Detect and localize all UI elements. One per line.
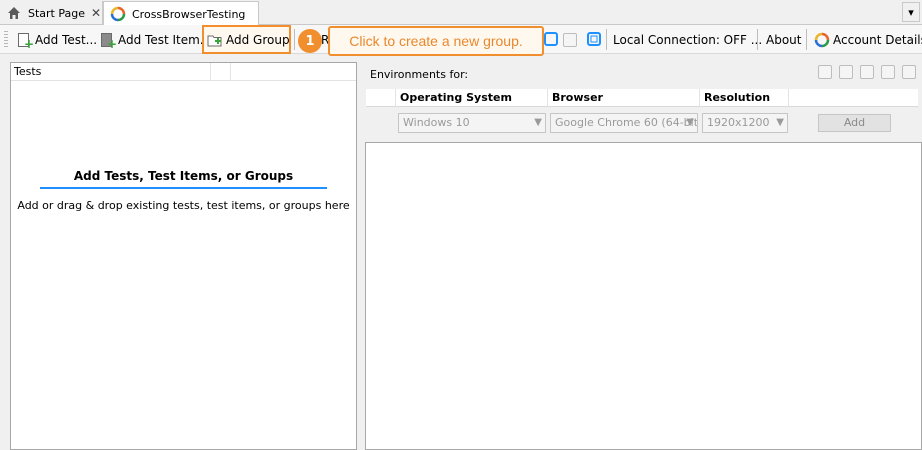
disabled-tool-icon[interactable] [839,65,853,79]
os-select[interactable]: Windows 10 ▼ [398,113,546,133]
disabled-tool-icon[interactable] [818,65,832,79]
add-test-button[interactable]: + Add Test... [13,28,100,51]
add-test-item-icon: + [99,32,117,50]
add-group-label: Add Group [226,32,290,47]
about-button[interactable]: About [763,28,804,51]
tab-start-page[interactable]: Start Page ✕ [0,1,103,25]
tab-label: CrossBrowserTesting [132,7,246,21]
disabled-tool-icon [563,32,577,47]
environments-grid-header: Operating System Browser Resolution [366,89,918,107]
toolbar-separator [806,29,807,50]
add-test-item-button[interactable]: + Add Test Item... [96,28,214,51]
close-icon[interactable]: ✕ [91,6,101,20]
chevron-down-icon: ▼ [534,117,542,128]
callout-number-badge: 1 [298,29,322,53]
add-test-icon: + [16,32,34,50]
environments-panel: Environments for: Operating System Brows… [362,62,922,450]
empty-state-subtitle: Add or drag & drop existing tests, test … [17,199,350,212]
column-header-browser: Browser [548,89,700,107]
crossbrowsertesting-logo-icon [110,6,126,22]
tab-list-dropdown[interactable]: ▾ [902,2,920,22]
window-icon [587,31,603,48]
add-group-button[interactable]: Add Group [202,25,291,54]
tests-header-column [211,62,231,81]
disabled-tool-icon[interactable] [902,65,916,79]
callout-tooltip: Click to create a new group. [328,26,544,56]
home-icon [6,5,22,21]
disabled-tool-icon[interactable] [860,65,874,79]
resolution-select-value: 1920x1200 [707,116,770,129]
toolbar-icon-button-3[interactable] [584,28,606,51]
account-details-label: Account Details [833,32,922,47]
browser-select-value: Google Chrome 60 (64-bit) [555,116,698,129]
row-indicator-header [366,89,396,107]
add-environment-button[interactable]: Add [818,114,891,132]
column-header-resolution: Resolution [700,89,789,107]
empty-state-divider [40,187,327,189]
chevron-down-icon: ▼ [776,117,784,128]
add-test-item-label: Add Test Item... [118,32,212,47]
about-label: About [766,32,802,47]
tests-header-label: Tests [11,62,211,81]
os-select-value: Windows 10 [403,116,470,129]
toolbar-separator [606,29,607,50]
toolbar-separator [294,29,295,50]
tab-crossbrowsertesting[interactable]: CrossBrowserTesting [103,1,259,26]
environment-new-row: Windows 10 ▼ Google Chrome 60 (64-bit) ▼… [366,111,918,133]
disabled-tool-icon[interactable] [881,65,895,79]
tab-label: Start Page [28,6,85,20]
environments-list[interactable] [365,142,922,450]
account-details-button[interactable]: Account Details [811,28,922,51]
local-connection-button[interactable]: Local Connection: OFF ... [610,28,765,51]
add-test-label: Add Test... [35,32,98,47]
tab-strip: Start Page ✕ CrossBrowserTesting ▾ [0,0,922,26]
window-icon [544,31,560,48]
environments-toolbar [818,65,916,79]
empty-state-title: Add Tests, Test Items, or Groups [73,169,294,183]
add-group-icon [207,32,223,48]
column-header-os: Operating System [396,89,548,107]
toolbar-grip[interactable] [4,31,8,49]
tests-panel[interactable]: Tests Add Tests, Test Items, or Groups A… [10,62,357,450]
crossbrowsertesting-logo-icon [814,32,830,48]
environments-label: Environments for: [370,68,469,81]
browser-select[interactable]: Google Chrome 60 (64-bit) ▼ [550,113,698,133]
resolution-select[interactable]: 1920x1200 ▼ [702,113,788,133]
chevron-down-icon: ▼ [686,117,694,128]
local-connection-label: Local Connection: OFF ... [613,32,763,47]
tests-column-header: Tests [11,62,356,81]
chevron-down-icon: ▾ [908,5,914,19]
toolbar-separator [757,29,758,50]
toolbar-icon-button-2[interactable] [560,28,580,51]
